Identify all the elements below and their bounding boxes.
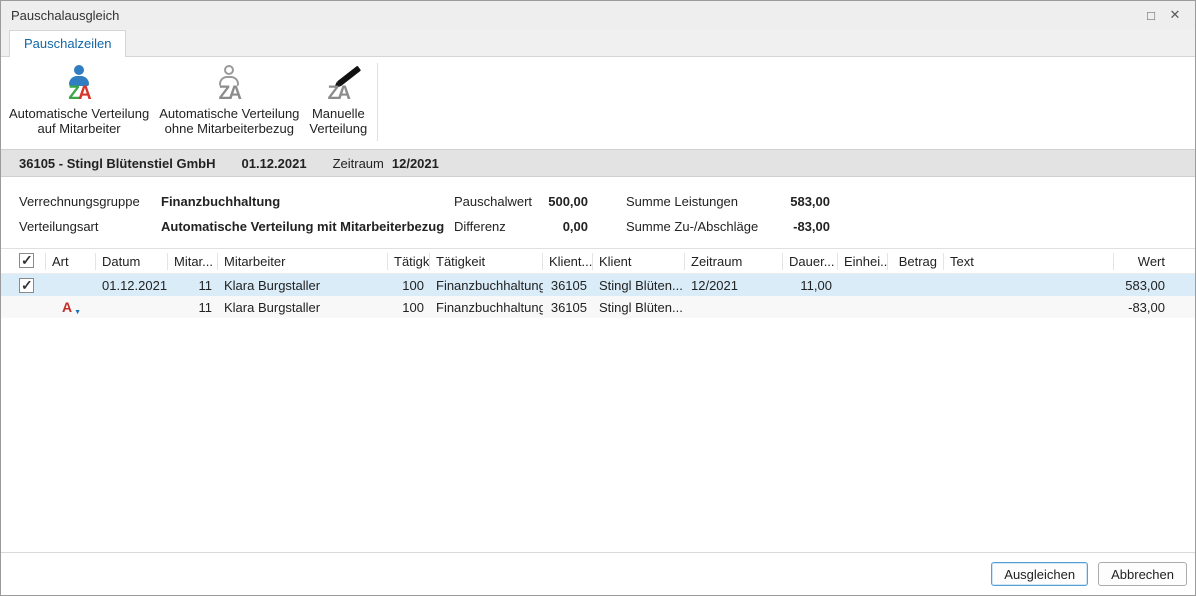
column-header-klient[interactable]: Klient bbox=[593, 253, 685, 270]
select-all-checkbox[interactable] bbox=[19, 253, 34, 268]
maximize-icon[interactable]: □ bbox=[1139, 5, 1163, 25]
row-checkbox[interactable] bbox=[19, 278, 34, 293]
cell-datum: 01.12.2021 bbox=[96, 278, 168, 293]
client-header-bar: 36105 - Stingl Blütenstiel GmbH 01.12.20… bbox=[1, 149, 1195, 177]
table-row[interactable]: 11 Klara Burgstaller 100 Finanzbuchhaltu… bbox=[1, 296, 1195, 318]
table-header: Art Datum Mitar... Mitarbeiter Tätigk...… bbox=[1, 249, 1195, 274]
cell-klient-nr: 36105 bbox=[543, 300, 593, 315]
cell-mitarbeiter: Klara Burgstaller bbox=[218, 300, 388, 315]
column-header-mitar-nr[interactable]: Mitar... bbox=[168, 253, 218, 270]
cell-zeitraum: 12/2021 bbox=[685, 278, 783, 293]
cell-klient-nr: 36105 bbox=[543, 278, 593, 293]
cell-klient: Stingl Blüten... bbox=[593, 278, 685, 293]
verrechnungsgruppe-value: Finanzbuchhaltung bbox=[161, 194, 454, 209]
toolbar: ZA Automatische Verteilung auf Mitarbeit… bbox=[1, 57, 1195, 149]
differenz-value: 0,00 bbox=[536, 219, 588, 234]
pauschalwert-value: 500,00 bbox=[536, 194, 588, 209]
table-row[interactable]: 01.12.2021 11 Klara Burgstaller 100 Fina… bbox=[1, 274, 1195, 296]
toolbar-button-label: Verteilung bbox=[309, 121, 367, 136]
cell-art bbox=[46, 299, 96, 315]
column-header-text[interactable]: Text bbox=[944, 253, 1114, 270]
column-header-klient-nr[interactable]: Klient... bbox=[543, 253, 593, 270]
cell-mitarbeiter: Klara Burgstaller bbox=[218, 278, 388, 293]
cell-dauer: 11,00 bbox=[783, 278, 838, 293]
column-header-dauer[interactable]: Dauer... bbox=[783, 253, 838, 270]
cell-taetig-nr: 100 bbox=[388, 300, 430, 315]
toolbar-button-label: Automatische Verteilung bbox=[9, 106, 149, 121]
tabstrip: Pauschalzeilen bbox=[1, 29, 1195, 57]
table-empty-area bbox=[1, 318, 1195, 552]
summe-zuabschlaege-value: -83,00 bbox=[778, 219, 830, 234]
verrechnungsgruppe-label: Verrechnungsgruppe bbox=[19, 194, 161, 209]
cell-mitar-nr: 11 bbox=[168, 278, 218, 293]
summe-zuabschlaege-label: Summe Zu-/Abschläge bbox=[626, 219, 778, 234]
summe-leistungen-value: 583,00 bbox=[778, 194, 830, 209]
cell-mitar-nr: 11 bbox=[168, 300, 218, 315]
column-header-datum[interactable]: Datum bbox=[96, 253, 168, 270]
column-header-art[interactable]: Art bbox=[46, 253, 96, 270]
pauschalwert-label: Pauschalwert bbox=[454, 194, 536, 209]
pen-za-gray-icon: ZA bbox=[315, 65, 361, 103]
column-header-mitarbeiter[interactable]: Mitarbeiter bbox=[218, 253, 388, 270]
toolbar-button-label: ohne Mitarbeiterbezug bbox=[165, 121, 294, 136]
cell-taetig-nr: 100 bbox=[388, 278, 430, 293]
close-icon[interactable]: ✕ bbox=[1163, 5, 1187, 25]
manuelle-verteilung-button[interactable]: ZA Manuelle Verteilung bbox=[305, 63, 371, 138]
pauschalzeilen-table: Art Datum Mitar... Mitarbeiter Tätigk...… bbox=[1, 248, 1195, 552]
abbrechen-button[interactable]: Abbrechen bbox=[1098, 562, 1187, 586]
column-header-einheit[interactable]: Einhei... bbox=[838, 253, 888, 270]
person-za-color-icon: ZA bbox=[56, 65, 102, 103]
cell-klient: Stingl Blüten... bbox=[593, 300, 685, 315]
client-date: 01.12.2021 bbox=[242, 156, 307, 171]
column-header-zeitraum[interactable]: Zeitraum bbox=[685, 253, 783, 270]
titlebar: Pauschalausgleich □ ✕ bbox=[1, 1, 1195, 29]
select-all-column-header[interactable] bbox=[1, 253, 46, 270]
column-header-taetig-nr[interactable]: Tätigk... bbox=[388, 253, 430, 270]
zeitraum-value: 12/2021 bbox=[392, 156, 439, 171]
toolbar-button-label: Manuelle bbox=[312, 106, 365, 121]
toolbar-button-label: auf Mitarbeiter bbox=[38, 121, 121, 136]
auto-verteilung-ohne-mitarbeiter-button[interactable]: ZA Automatische Verteilung ohne Mitarbei… bbox=[155, 63, 303, 138]
verteilungsart-label: Verteilungsart bbox=[19, 219, 161, 234]
summe-leistungen-label: Summe Leistungen bbox=[626, 194, 778, 209]
auto-verteilung-mitarbeiter-button[interactable]: ZA Automatische Verteilung auf Mitarbeit… bbox=[5, 63, 153, 138]
abschlag-arrow-icon bbox=[62, 299, 78, 315]
cell-taetigkeit: Finanzbuchhaltung... bbox=[430, 278, 543, 293]
cell-wert: 583,00 bbox=[1114, 278, 1195, 293]
toolbar-button-label: Automatische Verteilung bbox=[159, 106, 299, 121]
toolbar-separator bbox=[377, 63, 378, 141]
summary-panel: Verrechnungsgruppe Finanzbuchhaltung Pau… bbox=[1, 177, 1195, 248]
zeitraum-label: Zeitraum bbox=[333, 156, 384, 171]
client-name: 36105 - Stingl Blütenstiel GmbH bbox=[19, 156, 216, 171]
verteilungsart-value: Automatische Verteilung mit Mitarbeiterb… bbox=[161, 219, 454, 234]
ausgleichen-button[interactable]: Ausgleichen bbox=[991, 562, 1088, 586]
column-header-wert[interactable]: Wert bbox=[1114, 253, 1195, 270]
differenz-label: Differenz bbox=[454, 219, 536, 234]
window-title: Pauschalausgleich bbox=[11, 8, 119, 23]
column-header-betrag[interactable]: Betrag bbox=[888, 253, 944, 270]
cell-taetigkeit: Finanzbuchhaltung... bbox=[430, 300, 543, 315]
footer-bar: Ausgleichen Abbrechen bbox=[1, 552, 1195, 595]
column-header-taetigkeit[interactable]: Tätigkeit bbox=[430, 253, 543, 270]
cell-wert: -83,00 bbox=[1114, 300, 1195, 315]
person-outline-za-gray-icon: ZA bbox=[206, 65, 252, 103]
pauschalausgleich-window: Pauschalausgleich □ ✕ Pauschalzeilen ZA … bbox=[0, 0, 1196, 596]
tab-pauschalzeilen[interactable]: Pauschalzeilen bbox=[9, 30, 126, 57]
